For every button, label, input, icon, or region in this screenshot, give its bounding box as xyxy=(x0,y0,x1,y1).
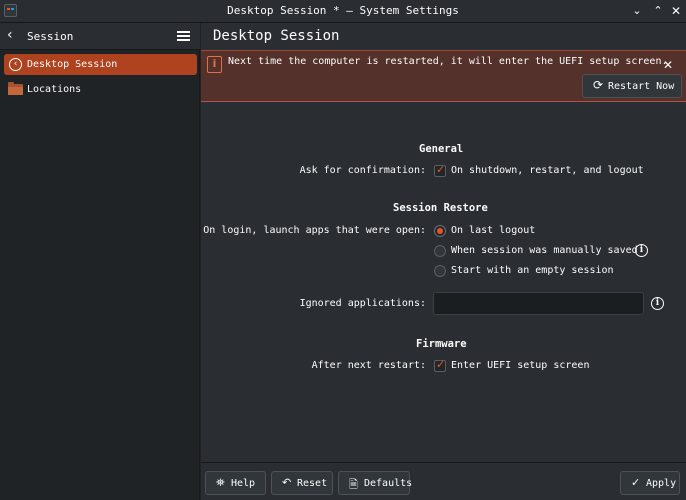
restore-label: On login, launch apps that were open: xyxy=(203,225,426,236)
uefi-checkbox[interactable] xyxy=(434,358,446,372)
radio-manually-saved[interactable] xyxy=(434,245,446,257)
confirm-checkbox[interactable] xyxy=(434,163,446,177)
title-bar: Desktop Session * — System Settings ⌄ ⌃ … xyxy=(0,0,686,23)
footer-bar: ⛯ Help ↶ Reset 🗎 Defaults ✓ Apply xyxy=(201,462,686,500)
undo-icon: ↶ xyxy=(282,476,292,489)
confirm-label: Ask for confirmation: xyxy=(299,165,426,176)
sidebar-item-desktop-session[interactable]: ‹ Desktop Session xyxy=(4,54,197,75)
uefi-notification-banner: i Next time the computer is restarted, i… xyxy=(201,50,686,102)
radio-empty-session[interactable] xyxy=(434,265,446,277)
section-title-general: General xyxy=(419,143,464,155)
sidebar-title: Session xyxy=(27,30,74,43)
apply-label: Apply xyxy=(646,478,677,489)
uefi-option-label[interactable]: Enter UEFI setup screen xyxy=(451,360,589,371)
restart-now-label: Restart Now xyxy=(608,81,675,92)
restart-now-button[interactable]: ⟳ Restart Now xyxy=(582,74,682,98)
hamburger-menu-icon[interactable] xyxy=(177,31,190,41)
page-header: Desktop Session xyxy=(201,23,686,50)
reset-label: Reset xyxy=(297,478,328,489)
firmware-label: After next restart: xyxy=(311,360,426,371)
sidebar-item-locations[interactable]: Locations xyxy=(4,79,197,100)
section-title-firmware: Firmware xyxy=(416,338,467,350)
confirm-option-label[interactable]: On shutdown, restart, and logout xyxy=(451,165,644,176)
checkmark-icon: ✓ xyxy=(631,476,641,489)
minimize-chevron-down-icon[interactable]: ⌄ xyxy=(628,2,646,20)
radio-empty-session-label[interactable]: Start with an empty session xyxy=(451,265,614,276)
session-icon: ‹ xyxy=(9,58,22,71)
maximize-chevron-up-icon[interactable]: ⌃ xyxy=(649,2,667,20)
section-title-session-restore: Session Restore xyxy=(393,202,488,214)
help-button[interactable]: ⛯ Help xyxy=(205,471,266,495)
back-arrow-icon[interactable]: ‹ xyxy=(7,27,13,43)
reset-button[interactable]: ↶ Reset xyxy=(271,471,333,495)
info-icon[interactable]: i xyxy=(651,297,664,310)
page-title: Desktop Session xyxy=(213,28,340,44)
main-panel: Desktop Session i Next time the computer… xyxy=(201,23,686,500)
close-window-icon[interactable]: ✕ xyxy=(667,2,685,20)
refresh-icon: ⟳ xyxy=(593,78,604,92)
settings-content: General Ask for confirmation: On shutdow… xyxy=(201,102,686,462)
defaults-label: Defaults xyxy=(364,478,413,489)
radio-manually-saved-label[interactable]: When session was manually saved xyxy=(451,245,638,256)
sidebar-item-label: Locations xyxy=(27,84,82,95)
sidebar-item-label: Desktop Session xyxy=(27,59,118,70)
info-icon[interactable]: i xyxy=(635,244,648,257)
info-icon: i xyxy=(207,56,222,73)
window-title: Desktop Session * — System Settings xyxy=(227,4,459,17)
banner-message: Next time the computer is restarted, it … xyxy=(228,56,668,67)
help-label: Help xyxy=(231,478,256,489)
help-icon: ⛯ xyxy=(216,476,225,489)
folder-icon xyxy=(8,82,23,95)
banner-close-icon[interactable]: ✕ xyxy=(663,58,673,72)
sidebar-header: ‹ Session xyxy=(0,23,200,50)
ignored-apps-label: Ignored applications: xyxy=(299,298,426,309)
radio-last-logout-label[interactable]: On last logout xyxy=(451,225,535,236)
document-icon: 🗎 xyxy=(349,478,358,491)
ignored-apps-input[interactable] xyxy=(433,292,644,315)
apply-button[interactable]: ✓ Apply xyxy=(620,471,680,495)
radio-last-logout[interactable] xyxy=(434,225,446,237)
defaults-button[interactable]: 🗎 Defaults xyxy=(338,471,413,495)
sidebar: ‹ Session ‹ Desktop Session Locations xyxy=(0,23,200,500)
